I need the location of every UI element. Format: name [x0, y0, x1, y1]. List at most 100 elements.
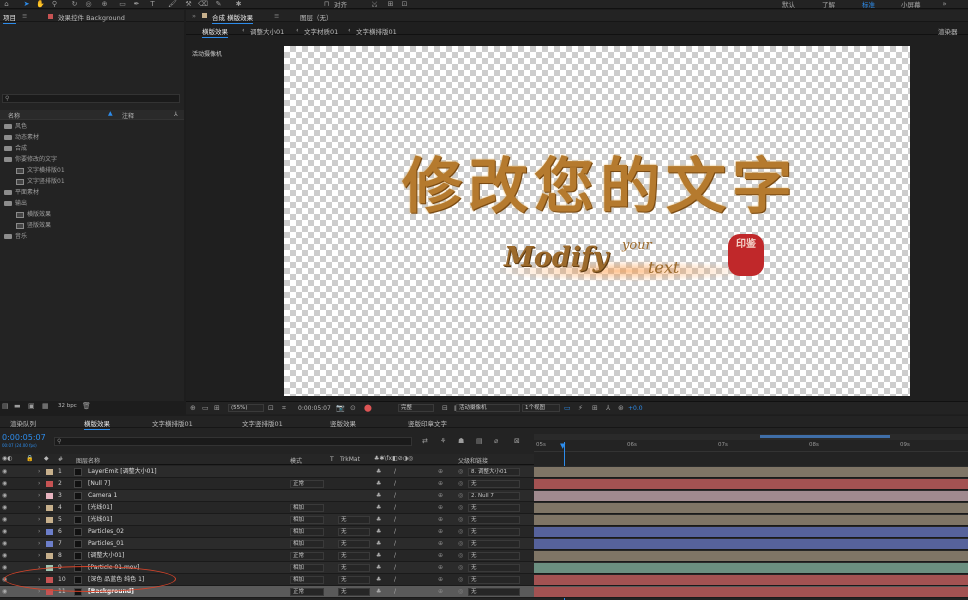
project-item[interactable]: 横版效果	[0, 209, 183, 220]
resolution-dropdown[interactable]: 完整	[398, 404, 434, 412]
shy-switch-icon[interactable]: ♣	[376, 490, 381, 502]
interpret-footage-icon[interactable]: ▤	[2, 402, 9, 411]
layer-name[interactable]: LayerEmit [调整大小01]	[88, 466, 157, 478]
breadcrumb-item-3[interactable]: 文字材质01	[304, 26, 338, 36]
col-mode[interactable]: 模式	[290, 456, 302, 465]
layer-duration-bar[interactable]	[534, 491, 968, 501]
layer-duration-bar[interactable]	[534, 503, 968, 513]
expand-icon[interactable]: ›	[38, 550, 40, 562]
view-axis-icon[interactable]: ⊡	[400, 0, 409, 8]
layer-name[interactable]: [光线01]	[88, 502, 112, 514]
workspace-menu-icon[interactable]: »	[940, 0, 949, 8]
layer-duration-bar[interactable]	[534, 515, 968, 525]
stamp-tool-icon[interactable]: ⚒	[184, 0, 193, 8]
label-column-icon[interactable]: ▲	[108, 110, 113, 117]
visibility-icon[interactable]: ◉	[2, 502, 7, 514]
layer-duration-bar[interactable]	[534, 479, 968, 489]
expand-icon[interactable]: ›	[38, 526, 40, 538]
3d-layer-switch-icon[interactable]: ⊕	[438, 538, 443, 550]
layer-duration-bar[interactable]	[534, 575, 968, 585]
col-layer-name[interactable]: 图层名称	[76, 456, 100, 465]
delete-icon[interactable]: 🗑	[82, 402, 91, 411]
tab-timeline[interactable]: 文字横排版01	[152, 418, 193, 428]
pickwhip-icon[interactable]: ◎	[458, 574, 463, 586]
3d-layer-switch-icon[interactable]: ⊕	[438, 514, 443, 526]
layer-duration-bar[interactable]	[534, 551, 968, 561]
blend-mode-dropdown[interactable]: 正常	[290, 480, 324, 488]
rotate-tool-icon[interactable]: ↻	[70, 0, 79, 8]
shy-switch-icon[interactable]: ♣	[376, 538, 381, 550]
quality-switch-icon[interactable]: /	[394, 562, 396, 574]
zoom-dropdown[interactable]: (55%)	[228, 404, 264, 412]
col-comment[interactable]: 注释	[122, 111, 134, 120]
label-color-swatch[interactable]	[46, 469, 53, 475]
current-time-display[interactable]: 0:00:05:07	[2, 433, 46, 442]
pickwhip-icon[interactable]: ◎	[458, 478, 463, 490]
frame-blending-icon[interactable]: ▤	[476, 437, 483, 446]
pickwhip-icon[interactable]: ◎	[458, 538, 463, 550]
graph-editor-icon[interactable]: ⊠	[514, 437, 520, 446]
pickwhip-icon[interactable]: ◎	[458, 586, 463, 598]
3d-layer-switch-icon[interactable]: ⊕	[438, 562, 443, 574]
expand-icon[interactable]: ›	[38, 490, 40, 502]
breadcrumb-item-1[interactable]: 横版效果	[202, 26, 228, 38]
workspace-standard[interactable]: 标准	[862, 0, 875, 9]
label-column-icon[interactable]: ◆	[44, 455, 49, 462]
project-item[interactable]: 风色	[0, 121, 183, 132]
label-color-swatch[interactable]	[46, 505, 53, 511]
project-item[interactable]: 文字横排版01	[0, 165, 183, 176]
switches-icons[interactable]: ♣✱\fx◧⊘◑◎	[374, 455, 413, 462]
layer-row[interactable]: ◉ › 8 [调整大小01] 正常 无 ♣ / ⊕ ◎ 无	[0, 550, 968, 562]
flowchart-icon[interactable]: ⅄	[606, 404, 610, 413]
trkmat-dropdown[interactable]: 无	[338, 588, 370, 596]
expand-icon[interactable]: ›	[38, 502, 40, 514]
col-parent[interactable]: 父级和链接	[458, 456, 488, 465]
trkmat-dropdown[interactable]: 无	[338, 516, 370, 524]
pickwhip-icon[interactable]: ◎	[458, 562, 463, 574]
timeline-icon[interactable]: ⊞	[592, 404, 598, 413]
fast-preview-icon[interactable]: ⚡	[578, 404, 583, 413]
time-ruler[interactable]: 05s 06s 07s 08s 09s	[534, 441, 968, 452]
shy-layers-icon[interactable]: ☗	[458, 437, 464, 446]
col-name[interactable]: 名称	[8, 111, 20, 120]
align-label[interactable]: 对齐	[334, 0, 347, 9]
tab-composition[interactable]: 合成 横版效果	[212, 12, 254, 24]
composition-canvas[interactable]: 修改您的文字 Modify your text 印鉴	[284, 46, 910, 396]
viewer-timecode[interactable]: 0:00:05:07	[298, 405, 331, 412]
project-item[interactable]: 音乐	[0, 231, 183, 242]
show-snapshot-icon[interactable]: ⊙	[350, 404, 356, 413]
axis-icon[interactable]: ⤩	[370, 0, 379, 8]
visibility-icon[interactable]: ◉	[2, 466, 7, 478]
3d-layer-switch-icon[interactable]: ⊕	[438, 502, 443, 514]
breadcrumb-item-4[interactable]: 文字横排版01	[356, 26, 397, 36]
trkmat-dropdown[interactable]: 无	[338, 552, 370, 560]
project-item[interactable]: 动态素材	[0, 132, 183, 143]
shy-switch-icon[interactable]: ♣	[376, 574, 381, 586]
fit-icon[interactable]: ⊡	[268, 404, 274, 413]
layer-duration-bar[interactable]	[534, 563, 968, 573]
visibility-icon[interactable]: ◉	[2, 538, 7, 550]
quality-switch-icon[interactable]: /	[394, 586, 396, 598]
tab-layer[interactable]: 图层（无）	[300, 12, 333, 22]
project-item[interactable]: 文字竖排版01	[0, 176, 183, 187]
type-tool-icon[interactable]: T	[148, 0, 157, 8]
snapshot-icon[interactable]: 📷	[336, 404, 345, 413]
parent-dropdown[interactable]: 无	[468, 480, 520, 488]
quality-switch-icon[interactable]: /	[394, 550, 396, 562]
visibility-icon[interactable]: ◉	[2, 478, 7, 490]
layer-duration-bar[interactable]	[534, 539, 968, 549]
draft-3d-icon[interactable]: ⚘	[440, 437, 446, 446]
project-item[interactable]: 平面素材	[0, 187, 183, 198]
layer-duration-bar[interactable]	[534, 467, 968, 477]
3d-layer-switch-icon[interactable]: ⊕	[438, 574, 443, 586]
new-comp-icon[interactable]: ▣	[28, 402, 35, 411]
tab-project[interactable]: 项目	[3, 12, 16, 24]
label-color-swatch[interactable]	[46, 541, 53, 547]
blend-mode-dropdown[interactable]: 相加	[290, 576, 324, 584]
tab-effects-controls[interactable]: 效果控件 Background	[58, 12, 125, 22]
lock-column-icon[interactable]: 🔒	[26, 455, 33, 462]
exposure-value[interactable]: +0.0	[628, 405, 643, 412]
trkmat-dropdown[interactable]: 无	[338, 576, 370, 584]
selection-tool-icon[interactable]: ➤	[22, 0, 31, 8]
views-dropdown[interactable]: 1个视图	[522, 404, 560, 412]
